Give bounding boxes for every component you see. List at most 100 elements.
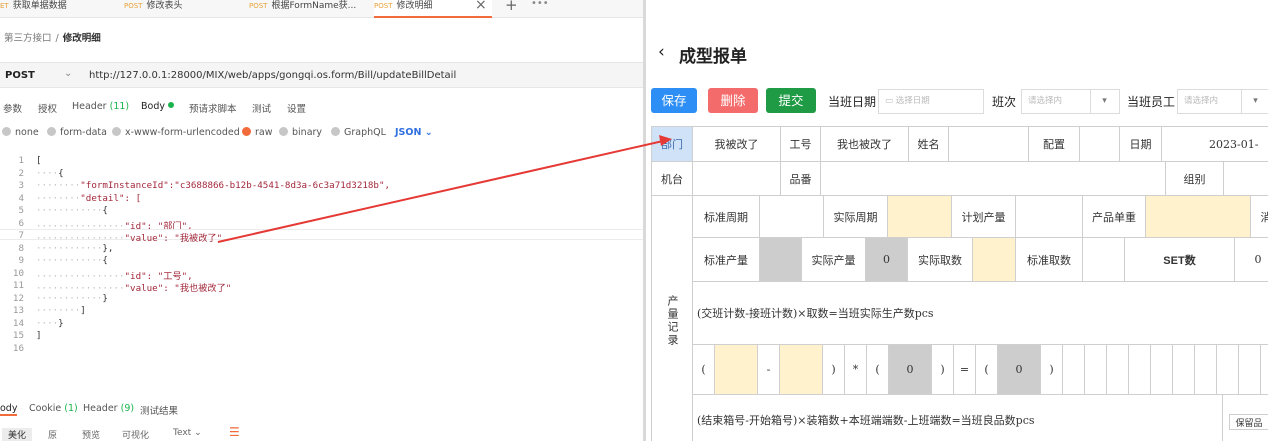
actual-cycle-value[interactable] — [888, 196, 952, 238]
tab-test-results[interactable]: 测试结果 — [140, 403, 178, 417]
cavity-result: 0 — [889, 345, 932, 395]
chevron-down-icon[interactable]: ⌄ — [64, 68, 72, 79]
body-format-select[interactable]: JSON ⌄ — [395, 127, 433, 138]
tab-settings[interactable]: 设置 — [287, 101, 306, 115]
std-cycle-value[interactable] — [760, 196, 824, 238]
group-value[interactable] — [1224, 162, 1268, 196]
view-pretty[interactable]: 美化 — [2, 428, 33, 441]
url-bar: POST ⌄ http://127.0.0.1:28000/MIX/web/ap… — [0, 62, 643, 88]
radio-icon — [112, 127, 121, 136]
line-number: 14 — [12, 317, 24, 329]
code-line: ········"detail": [ — [36, 192, 142, 204]
request-tab[interactable]: POST 修改表头 — [124, 0, 242, 18]
code-text: { — [102, 205, 108, 216]
radio-icon — [2, 127, 11, 136]
radio-graphql[interactable]: GraphQL — [331, 127, 386, 138]
config-label: 配置 — [1029, 127, 1080, 162]
radio-binary[interactable]: binary — [279, 127, 322, 138]
tab-pre-request-script[interactable]: 预请求脚本 — [189, 101, 237, 115]
wrap-lines-icon[interactable]: ☰ — [229, 426, 240, 438]
takeover-count-input[interactable] — [780, 345, 823, 395]
more-icon[interactable]: ••• — [531, 0, 549, 9]
handover-count-input[interactable] — [715, 345, 758, 395]
part-no-label: 品番 — [781, 162, 821, 196]
tab-tests[interactable]: 测试 — [252, 101, 271, 115]
delete-button[interactable]: 删除 — [708, 88, 758, 113]
calc-spacer — [1085, 345, 1107, 395]
tab-response-header[interactable]: Header (9) — [83, 403, 134, 414]
method-select[interactable]: POST — [5, 70, 35, 81]
tab-header[interactable]: Header (11) — [72, 101, 129, 112]
planned-output-label: 计划产量 — [952, 196, 1016, 238]
code-text: "value": "我被改了" — [124, 233, 223, 244]
calc-spacer — [1173, 345, 1195, 395]
url-input[interactable]: http://127.0.0.1:28000/MIX/web/apps/gong… — [89, 70, 456, 81]
calc-open-paren: ( — [976, 345, 998, 395]
tab-auth[interactable]: 授权 — [38, 101, 57, 115]
radio-raw[interactable]: raw — [242, 127, 273, 138]
planned-output-value[interactable] — [1016, 196, 1083, 238]
chevron-down-icon[interactable]: ▾ — [1241, 89, 1268, 114]
header-count: (9) — [120, 403, 135, 414]
shift-select[interactable]: 请选择内 — [1021, 89, 1091, 114]
tab-response-cookie[interactable]: Cookie (1) — [29, 403, 78, 414]
close-icon[interactable]: × — [475, 0, 487, 13]
line-number: 10 — [12, 267, 24, 279]
machine-value[interactable] — [693, 162, 781, 196]
radio-urlencoded[interactable]: x-www-form-urlencoded — [112, 127, 240, 138]
code-text: }, — [102, 242, 114, 254]
tab-params[interactable]: 参数 — [3, 101, 22, 115]
plus-icon[interactable]: + — [505, 0, 518, 14]
actual-output-label: 实际产量 — [802, 238, 866, 282]
calc-spacer — [1195, 345, 1217, 395]
line-number: 16 — [12, 342, 24, 354]
tab-label: Body — [141, 101, 165, 112]
view-visualize[interactable]: 可视化 — [122, 428, 149, 441]
request-tab[interactable]: ET 获取单据数据 — [0, 0, 118, 18]
std-cavity-value[interactable] — [1083, 238, 1125, 282]
line-number: 13 — [12, 305, 24, 316]
calc-spacer — [1217, 345, 1239, 395]
code-line: ····} — [36, 317, 64, 329]
radio-icon — [47, 127, 56, 136]
view-preview[interactable]: 预览 — [82, 428, 100, 441]
breadcrumb-parent[interactable]: 第三方接口 — [4, 33, 52, 44]
name-label: 姓名 — [909, 127, 949, 162]
radio-selected-icon — [242, 127, 251, 136]
active-dot-icon — [167, 102, 174, 108]
actual-cycle-label: 实际周期 — [824, 196, 888, 238]
name-value[interactable] — [949, 127, 1029, 162]
request-tab[interactable]: POST 根据FormName获... — [249, 0, 367, 18]
response-format-select[interactable]: Text ⌄ — [173, 428, 202, 438]
chevron-down-icon[interactable]: ▾ — [1090, 89, 1120, 114]
dept-value[interactable]: 我被改了 — [693, 127, 781, 162]
line-number: 6 — [18, 217, 24, 229]
date-picker[interactable]: ▭ 选择日期 — [878, 89, 984, 114]
job-no-value[interactable]: 我也被改了 — [821, 127, 909, 162]
unit-weight-value[interactable] — [1146, 196, 1251, 238]
save-button[interactable]: 保存 — [651, 88, 697, 113]
radio-form-data[interactable]: form-data — [47, 127, 107, 138]
code-text: } — [102, 292, 108, 304]
tab-label: 修改表头 — [146, 1, 183, 11]
group-label: 组别 — [1166, 162, 1224, 196]
config-value[interactable] — [1080, 127, 1120, 162]
part-no-value[interactable] — [821, 162, 1166, 196]
line-number: 12 — [12, 292, 24, 304]
page-title: 成型报单 — [679, 47, 747, 67]
code-text: "detail": [ — [80, 192, 142, 204]
tab-response-body[interactable]: ody — [0, 403, 18, 416]
view-raw[interactable]: 原 — [48, 428, 57, 441]
actual-cavity-value[interactable] — [973, 238, 1016, 282]
calc-spacer — [1063, 345, 1085, 395]
code-editor[interactable]: 1 [2 ····{3 ········"formInstanceId":"c3688… — [0, 155, 643, 385]
radio-none[interactable]: none — [2, 127, 39, 138]
tab-body[interactable]: Body — [141, 101, 174, 112]
calc-open-paren: ( — [867, 345, 889, 395]
staff-select[interactable]: 请选择内 — [1177, 89, 1242, 114]
date-cell-value[interactable]: 2023-01- — [1162, 127, 1268, 162]
calc-minus: - — [758, 345, 780, 395]
submit-button[interactable]: 提交 — [766, 88, 816, 113]
line-number: 3 — [18, 180, 24, 191]
back-arrow-icon[interactable]: ‹ — [658, 42, 665, 62]
